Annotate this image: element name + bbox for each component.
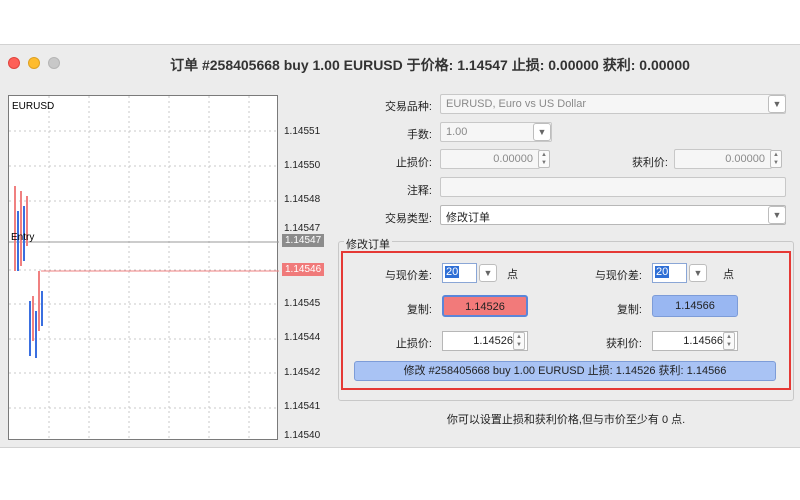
volume-label: 手数: [406, 129, 432, 141]
modify-group-title: 修改订单 [344, 236, 392, 252]
sl-copy-label: 复制: [406, 304, 432, 316]
tp-price-label: 获利价: [605, 338, 642, 350]
tp-copy-label: 复制: [616, 304, 642, 316]
chevron-down-icon[interactable]: ▼ [533, 123, 551, 141]
y-tick: 1.14545 [284, 298, 321, 309]
sl-distance-label: 与现价差: [384, 270, 432, 282]
y-tick: 1.14548 [284, 194, 321, 205]
chevron-down-icon[interactable]: ▼ [768, 206, 786, 224]
y-tick: 1.14551 [284, 126, 321, 137]
tick-bars [14, 186, 43, 358]
tp-distance-input[interactable]: 20 [652, 263, 687, 283]
tp-distance-value: 20 [655, 266, 670, 278]
stop-loss-field[interactable]: 0.00000 [440, 149, 540, 169]
comment-label: 注释: [406, 185, 432, 197]
order-type-select[interactable]: 修改订单 [440, 205, 786, 225]
symbol-label: 交易品种: [384, 101, 432, 113]
copy-take-profit-button[interactable]: 1.14566 [652, 295, 738, 317]
comment-field[interactable] [440, 177, 786, 197]
price-chart: EURUSD Entry [8, 95, 279, 441]
sl-price-label: 止损价: [395, 338, 432, 350]
sl-distance-input[interactable]: 20 [442, 263, 477, 283]
y-tick: 1.14541 [284, 401, 321, 412]
stepper-icon[interactable]: ▲ ▼ [538, 150, 550, 168]
order-type-label: 交易类型: [384, 213, 432, 225]
tp-points-unit: 点 [723, 269, 734, 281]
symbol-select[interactable]: EURUSD, Euro vs US Dollar [440, 94, 786, 114]
stepper-icon[interactable]: ▲ ▼ [513, 332, 525, 350]
copy-stop-loss-button[interactable]: 1.14526 [442, 295, 528, 317]
tp-distance-label: 与现价差: [594, 270, 642, 282]
chevron-down-icon[interactable]: ▼ [768, 95, 786, 113]
window-title: 订单 #258405668 buy 1.00 EURUSD 于价格: 1.145… [170, 57, 690, 73]
stop-loss-label: 止损价: [395, 157, 432, 169]
stop-price-tag: 1.14546 [282, 263, 325, 276]
chevron-down-icon[interactable]: ▼ [689, 264, 707, 282]
take-profit-field[interactable]: 0.00000 [674, 149, 772, 169]
sl-distance-value: 20 [445, 266, 460, 278]
price-axis: 1.14551 1.14550 1.14548 1.14547 1.14547 … [280, 95, 330, 440]
hint-text: 你可以设置止损和获利价格,但与市价至少有 0 点. [446, 414, 686, 426]
y-tick: 1.14542 [284, 367, 321, 378]
stepper-icon[interactable]: ▲ ▼ [770, 150, 782, 168]
sl-points-unit: 点 [507, 269, 518, 281]
chevron-down-icon[interactable]: ▼ [479, 264, 497, 282]
y-tick: 1.14547 [284, 223, 321, 234]
order-window: 订单 #258405668 buy 1.00 EURUSD 于价格: 1.145… [0, 44, 800, 448]
entry-line-label: Entry [11, 232, 35, 243]
current-price-tag: 1.14547 [282, 234, 325, 247]
stepper-icon[interactable]: ▲ ▼ [723, 332, 735, 350]
modify-order-button[interactable]: 修改 #258405668 buy 1.00 EURUSD 止损: 1.1452… [354, 361, 776, 381]
y-tick: 1.14544 [284, 332, 321, 343]
title-bar: 订单 #258405668 buy 1.00 EURUSD 于价格: 1.145… [0, 45, 800, 81]
chart-canvas [9, 96, 279, 441]
y-tick-bottom: 1.14540 [284, 430, 321, 441]
y-tick: 1.14550 [284, 160, 321, 171]
chart-symbol-label: EURUSD [12, 101, 55, 112]
take-profit-label: 获利价: [631, 157, 668, 169]
